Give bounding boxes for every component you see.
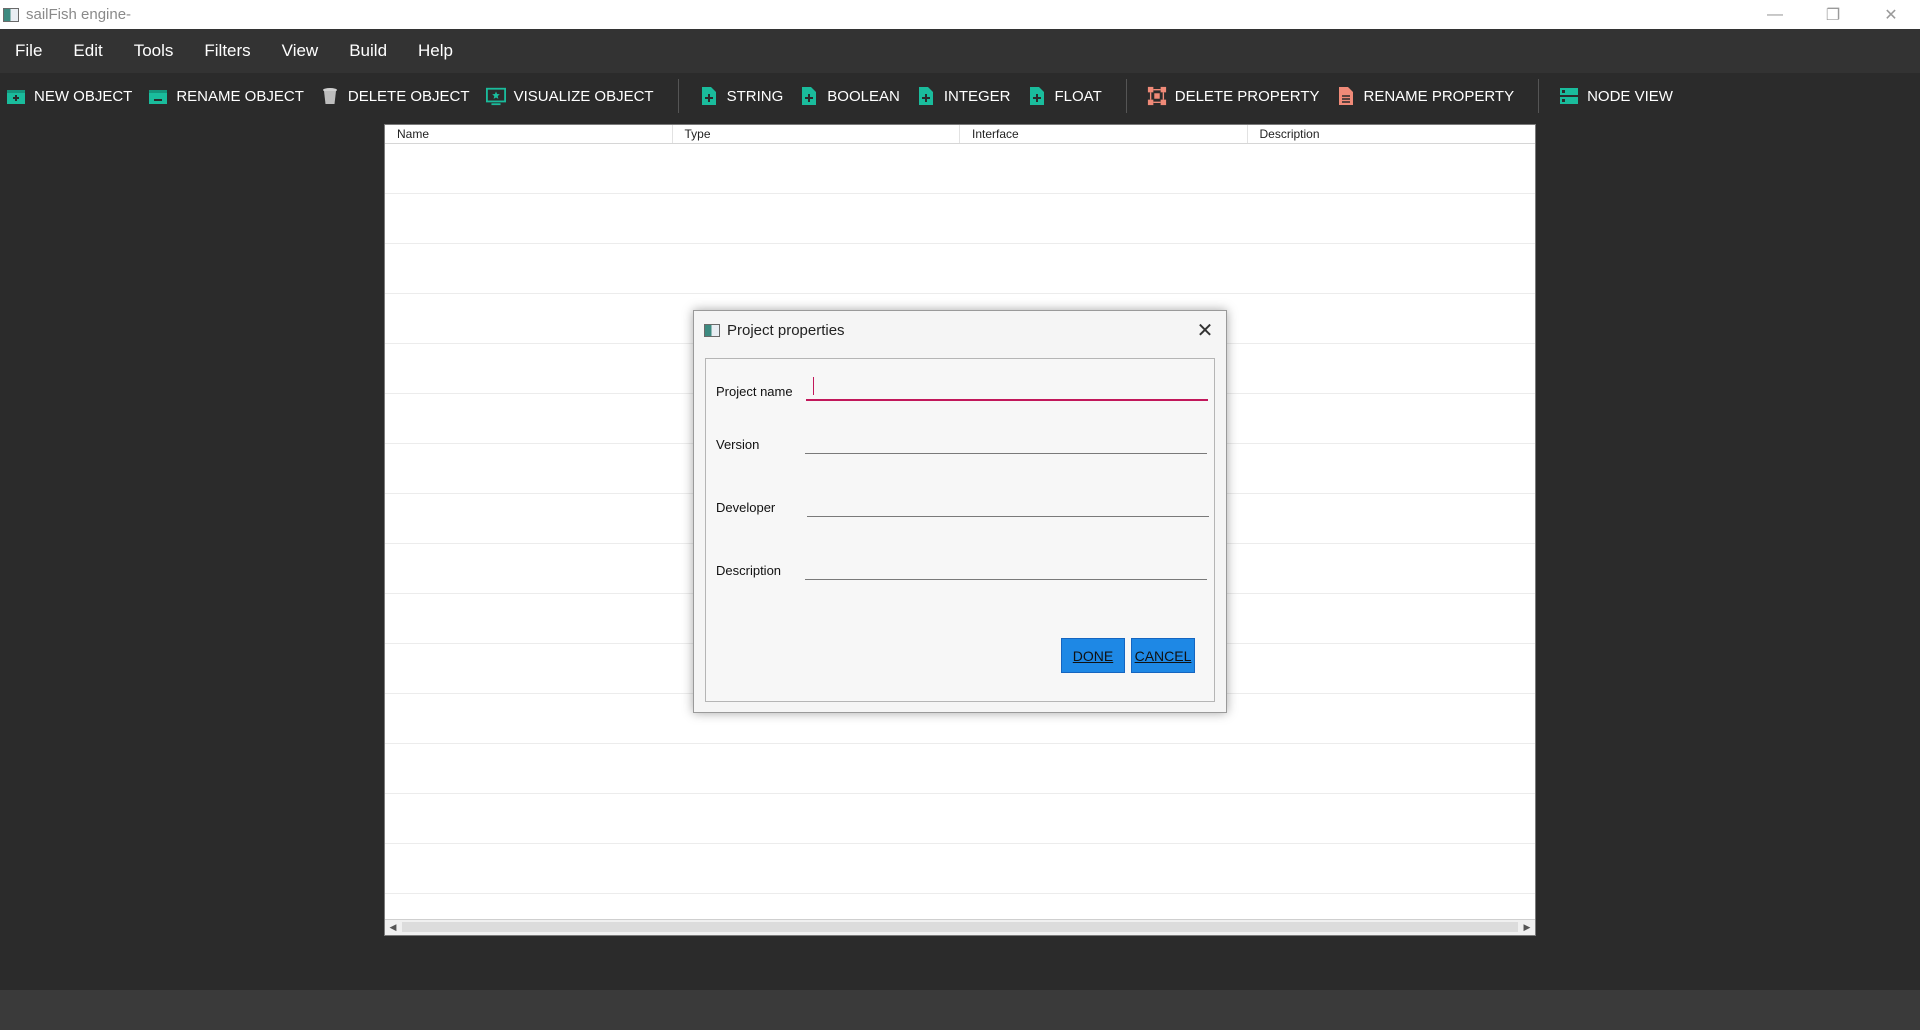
- description-row: Description: [716, 540, 1207, 580]
- menu-view[interactable]: View: [267, 41, 335, 61]
- project-name-row: Project name: [716, 361, 1208, 401]
- delete-property-button[interactable]: DELETE PROPERTY: [1141, 76, 1330, 116]
- add-file-icon: [1027, 86, 1047, 106]
- add-file-icon: [699, 86, 719, 106]
- rename-property-icon: [1336, 86, 1356, 106]
- rename-object-label: RENAME OBJECT: [176, 87, 304, 105]
- done-button[interactable]: DONE: [1061, 638, 1125, 673]
- rename-object-button[interactable]: RENAME OBJECT: [142, 76, 314, 116]
- node-view-button[interactable]: NODE VIEW: [1553, 76, 1683, 116]
- close-button[interactable]: ✕: [1862, 0, 1920, 29]
- table-row[interactable]: [385, 794, 1535, 844]
- node-view-icon: [1559, 86, 1579, 106]
- menu-file[interactable]: File: [0, 41, 58, 61]
- dialog-title: Project properties: [727, 321, 845, 339]
- table-row[interactable]: [385, 144, 1535, 194]
- minimize-button[interactable]: —: [1746, 0, 1804, 29]
- app-icon: [3, 7, 19, 22]
- restore-button[interactable]: ❐: [1804, 0, 1862, 29]
- project-properties-dialog: Project properties ✕ Project name Versio…: [693, 310, 1227, 713]
- toolbar-separator: [677, 79, 679, 113]
- new-object-label: NEW OBJECT: [34, 87, 133, 105]
- menu-bar: File Edit Tools Filters View Build Help: [0, 29, 1920, 73]
- add-float-button[interactable]: FLOAT: [1021, 76, 1112, 116]
- visualize-icon: [485, 86, 506, 106]
- cancel-button[interactable]: CANCEL: [1131, 638, 1195, 673]
- developer-input[interactable]: [807, 487, 1209, 517]
- add-boolean-button[interactable]: BOOLEAN: [793, 76, 910, 116]
- dialog-app-icon: [704, 323, 720, 337]
- toolbar-separator: [1125, 79, 1127, 113]
- toolbar: NEW OBJECT RENAME OBJECT DELETE OBJECT V…: [0, 73, 1920, 119]
- rename-property-label: RENAME PROPERTY: [1363, 87, 1515, 105]
- delete-property-label: DELETE PROPERTY: [1174, 87, 1320, 105]
- visualize-object-button[interactable]: VISUALIZE OBJECT: [480, 76, 664, 116]
- menu-edit[interactable]: Edit: [58, 41, 118, 61]
- scroll-left-icon[interactable]: ◀: [385, 920, 401, 935]
- table-row[interactable]: [385, 844, 1535, 894]
- delete-object-button[interactable]: DELETE OBJECT: [314, 76, 480, 116]
- developer-row: Developer: [716, 477, 1209, 517]
- toolbar-separator: [1538, 79, 1540, 113]
- add-string-button[interactable]: STRING: [693, 76, 794, 116]
- table-row[interactable]: [385, 744, 1535, 794]
- menu-build[interactable]: Build: [334, 41, 403, 61]
- column-header-type[interactable]: Type: [673, 125, 960, 143]
- add-integer-label: INTEGER: [943, 87, 1011, 105]
- dialog-title-bar: Project properties ✕: [694, 311, 1226, 349]
- version-row: Version: [716, 414, 1207, 454]
- add-string-label: STRING: [726, 87, 784, 105]
- developer-label: Developer: [716, 500, 776, 515]
- version-input[interactable]: [805, 424, 1207, 454]
- window-title: sailFish engine-: [26, 6, 132, 23]
- add-integer-button[interactable]: INTEGER: [910, 76, 1021, 116]
- scrollbar-track[interactable]: [402, 922, 1518, 932]
- column-header-name[interactable]: Name: [385, 125, 673, 143]
- description-label: Description: [716, 563, 782, 578]
- column-header-description[interactable]: Description: [1248, 125, 1536, 143]
- table-header: Name Type Interface Description: [385, 125, 1535, 144]
- new-object-icon: [6, 86, 26, 106]
- add-boolean-label: BOOLEAN: [827, 87, 900, 105]
- trash-icon: [320, 86, 340, 106]
- horizontal-scrollbar[interactable]: ◀ ▶: [385, 919, 1535, 935]
- dialog-form: Project name Version Developer Descripti…: [705, 358, 1215, 702]
- menu-help[interactable]: Help: [403, 41, 469, 61]
- scroll-right-icon[interactable]: ▶: [1519, 920, 1535, 935]
- menu-filters[interactable]: Filters: [189, 41, 266, 61]
- project-name-label: Project name: [716, 384, 793, 399]
- text-caret: [813, 377, 814, 395]
- title-bar: sailFish engine- — ❐ ✕: [0, 0, 1920, 29]
- node-view-label: NODE VIEW: [1587, 87, 1673, 105]
- column-header-interface[interactable]: Interface: [960, 125, 1248, 143]
- add-file-icon: [799, 86, 819, 106]
- table-row[interactable]: [385, 194, 1535, 244]
- table-row[interactable]: [385, 244, 1535, 294]
- menu-tools[interactable]: Tools: [119, 41, 190, 61]
- project-name-input[interactable]: [806, 371, 1208, 401]
- version-label: Version: [716, 437, 760, 452]
- status-bar: [0, 990, 1920, 1030]
- rename-property-button[interactable]: RENAME PROPERTY: [1330, 76, 1525, 116]
- visualize-object-label: VISUALIZE OBJECT: [513, 87, 654, 105]
- description-input[interactable]: [805, 550, 1207, 580]
- delete-property-icon: [1147, 86, 1167, 106]
- delete-object-label: DELETE OBJECT: [347, 87, 470, 105]
- add-file-icon: [916, 86, 936, 106]
- rename-object-icon: [148, 86, 168, 106]
- new-object-button[interactable]: NEW OBJECT: [0, 76, 142, 116]
- close-icon[interactable]: ✕: [1192, 317, 1218, 343]
- add-float-label: FLOAT: [1054, 87, 1102, 105]
- window-controls: — ❐ ✕: [1746, 0, 1920, 29]
